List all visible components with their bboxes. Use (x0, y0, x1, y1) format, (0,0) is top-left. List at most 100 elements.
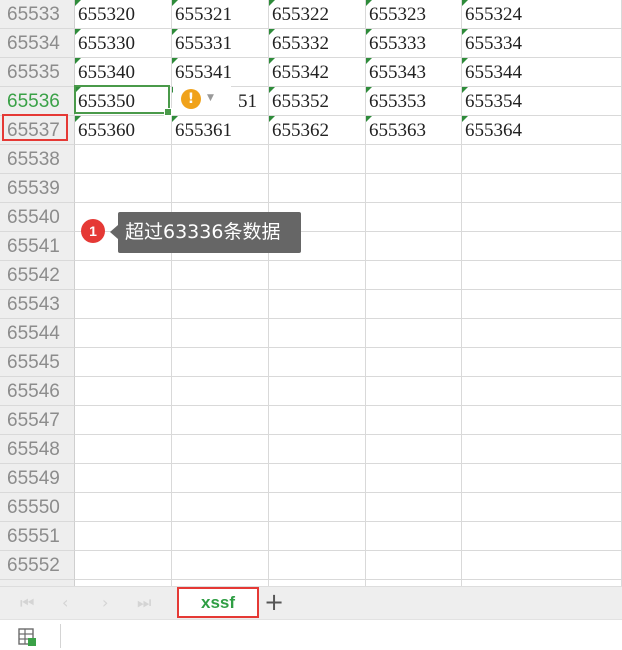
row-header[interactable]: 65551 (0, 522, 75, 551)
cell[interactable] (462, 319, 622, 348)
cell[interactable] (462, 406, 622, 435)
cell[interactable] (269, 174, 366, 203)
cell[interactable] (75, 406, 172, 435)
cell[interactable]: 655350 (75, 87, 172, 116)
cell[interactable]: 655332 (269, 29, 366, 58)
row-header[interactable]: 65544 (0, 319, 75, 348)
cell[interactable] (269, 406, 366, 435)
cell[interactable]: 655342 (269, 58, 366, 87)
cell[interactable] (269, 522, 366, 551)
cell[interactable] (172, 348, 269, 377)
row-header[interactable]: 65537 (0, 116, 75, 145)
next-sheet-icon[interactable]: › (102, 593, 108, 613)
row-header[interactable]: 65533 (0, 0, 75, 29)
cell[interactable] (172, 261, 269, 290)
cell[interactable] (462, 290, 622, 319)
cell[interactable]: 655353 (366, 87, 462, 116)
cell[interactable] (366, 377, 462, 406)
cell[interactable] (75, 290, 172, 319)
sheet-tab-xssf[interactable]: xssf (177, 587, 259, 618)
cell[interactable]: 655320 (75, 0, 172, 29)
cell[interactable] (172, 174, 269, 203)
cell[interactable]: 655340 (75, 58, 172, 87)
cell[interactable]: 655363 (366, 116, 462, 145)
cell[interactable] (366, 290, 462, 319)
cell[interactable] (75, 551, 172, 580)
cell[interactable] (75, 145, 172, 174)
row-header[interactable]: 65541 (0, 232, 75, 261)
cell[interactable] (269, 319, 366, 348)
row-header[interactable]: 65539 (0, 174, 75, 203)
row-header[interactable]: 65547 (0, 406, 75, 435)
cell[interactable] (462, 348, 622, 377)
cell[interactable] (269, 290, 366, 319)
row-header[interactable]: 65542 (0, 261, 75, 290)
cell[interactable] (172, 435, 269, 464)
cell[interactable]: 655361 (172, 116, 269, 145)
cell[interactable] (269, 551, 366, 580)
cell[interactable] (269, 464, 366, 493)
row-header[interactable]: 65536 (0, 87, 75, 116)
chevron-down-icon[interactable]: ▼ (207, 92, 214, 104)
cell[interactable] (172, 493, 269, 522)
cell[interactable]: 655360 (75, 116, 172, 145)
cell[interactable] (462, 232, 622, 261)
cell[interactable]: 655324 (462, 0, 622, 29)
exclamation-icon[interactable]: ! (181, 89, 201, 109)
cell[interactable] (366, 261, 462, 290)
cell[interactable] (172, 464, 269, 493)
row-header[interactable]: 65538 (0, 145, 75, 174)
row-header[interactable]: 65545 (0, 348, 75, 377)
cell[interactable] (75, 348, 172, 377)
row-header[interactable]: 65550 (0, 493, 75, 522)
cell[interactable]: 655323 (366, 0, 462, 29)
cell[interactable]: 655344 (462, 58, 622, 87)
cell[interactable] (75, 522, 172, 551)
row-header[interactable]: 65546 (0, 377, 75, 406)
cell[interactable] (462, 203, 622, 232)
cell[interactable] (172, 290, 269, 319)
cell[interactable] (366, 145, 462, 174)
cell[interactable] (75, 435, 172, 464)
cell[interactable] (269, 377, 366, 406)
cell[interactable] (366, 435, 462, 464)
cell[interactable] (462, 174, 622, 203)
cell[interactable]: 655352 (269, 87, 366, 116)
cell[interactable] (172, 319, 269, 348)
cell[interactable]: 655330 (75, 29, 172, 58)
cell[interactable]: 655331 (172, 29, 269, 58)
cell[interactable]: 655343 (366, 58, 462, 87)
cell[interactable] (75, 319, 172, 348)
cell[interactable] (366, 203, 462, 232)
cell[interactable] (462, 551, 622, 580)
cell[interactable] (269, 261, 366, 290)
cell[interactable] (462, 464, 622, 493)
cell[interactable] (172, 145, 269, 174)
cell[interactable] (366, 522, 462, 551)
cell[interactable] (269, 348, 366, 377)
plus-icon[interactable]: + (262, 588, 286, 616)
cell[interactable] (462, 377, 622, 406)
cell[interactable] (75, 493, 172, 522)
cell[interactable]: 655354 (462, 87, 622, 116)
cell[interactable] (462, 145, 622, 174)
cell[interactable]: 655341 (172, 58, 269, 87)
cell[interactable]: 655364 (462, 116, 622, 145)
cell[interactable]: 655334 (462, 29, 622, 58)
row-header[interactable]: 65543 (0, 290, 75, 319)
row-header[interactable]: 65535 (0, 58, 75, 87)
cell[interactable] (366, 232, 462, 261)
row-header[interactable]: 65552 (0, 551, 75, 580)
row-header[interactable]: 65534 (0, 29, 75, 58)
cell[interactable] (172, 522, 269, 551)
cell[interactable] (75, 464, 172, 493)
cell[interactable]: 655322 (269, 0, 366, 29)
row-header[interactable]: 65549 (0, 464, 75, 493)
cell[interactable] (75, 174, 172, 203)
cell[interactable] (366, 493, 462, 522)
row-header[interactable]: 65540 (0, 203, 75, 232)
first-sheet-icon[interactable]: ⏮ (20, 593, 34, 613)
cell[interactable] (269, 435, 366, 464)
cell[interactable] (172, 551, 269, 580)
cell[interactable] (269, 145, 366, 174)
